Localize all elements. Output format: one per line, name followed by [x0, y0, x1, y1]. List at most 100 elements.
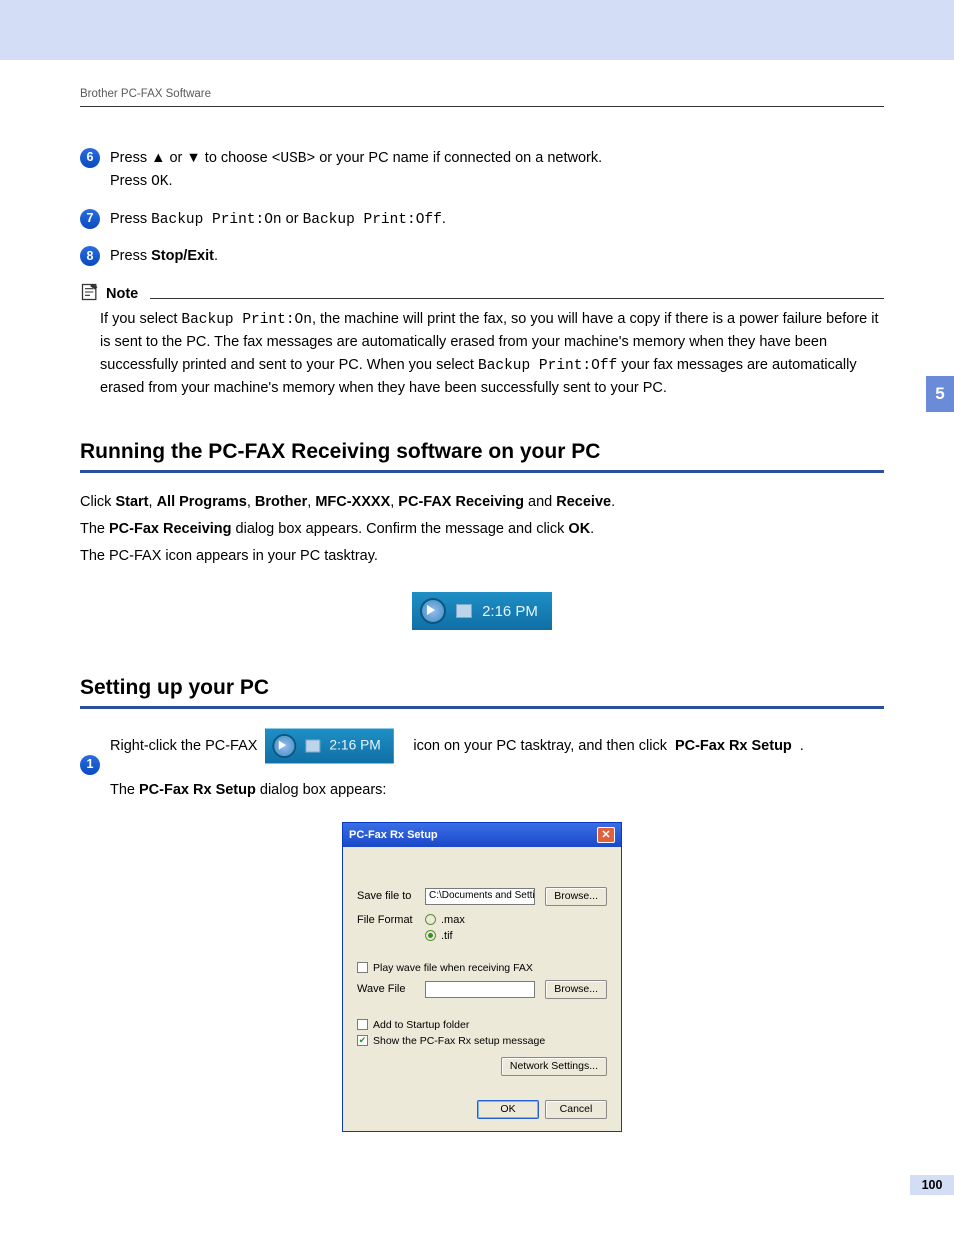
dialog-title: PC-Fax Rx Setup [349, 829, 438, 841]
format-tif-label: .tif [441, 930, 453, 942]
text: . [169, 173, 173, 189]
ok-button[interactable]: OK [477, 1100, 539, 1119]
usb-code: <USB> [272, 151, 316, 167]
page-content: Brother PC-FAX Software 6 Press ▲ or ▼ t… [0, 60, 954, 1132]
text: Press [110, 211, 151, 227]
start: Start [115, 494, 148, 510]
network-settings-button[interactable]: Network Settings... [501, 1057, 607, 1076]
play-wave-checkbox[interactable] [357, 962, 368, 973]
code: Backup Print:Off [303, 212, 442, 228]
text: Press [110, 173, 151, 189]
brother: Brother [255, 494, 307, 510]
receive: Receive [556, 494, 611, 510]
wave-file-input[interactable] [425, 981, 535, 998]
note-label: Note [106, 286, 138, 302]
dialog-titlebar[interactable]: PC-Fax Rx Setup ✕ [343, 823, 621, 847]
code: Backup Print:On [181, 312, 312, 328]
radio-tif[interactable] [425, 930, 436, 941]
note-rule [150, 298, 884, 299]
tasktray-inline: 2:16 PM [265, 729, 394, 764]
text: . [214, 248, 218, 264]
radio-max[interactable] [425, 914, 436, 925]
step-badge: 1 [80, 755, 100, 775]
tray-time: 2:16 PM [330, 736, 381, 757]
tasktray: 2:16 PM [412, 592, 552, 630]
browse-save-button[interactable]: Browse... [545, 887, 607, 906]
stop-exit: Stop/Exit [151, 248, 214, 264]
text: Click [80, 494, 115, 510]
pcfax-tray-icon [420, 598, 446, 624]
breadcrumb: Brother PC-FAX Software [80, 88, 884, 100]
run-path: Click Start, All Programs, Brother, MFC-… [80, 491, 884, 514]
browse-wave-button[interactable]: Browse... [545, 980, 607, 999]
save-file-input[interactable]: C:\Documents and Settings\All Use [425, 888, 535, 905]
tray-window-icon [456, 604, 472, 618]
code: Backup Print:Off [478, 358, 617, 374]
code: Backup Print:On [151, 212, 282, 228]
text: . [800, 735, 804, 757]
section-rule [80, 470, 884, 473]
step-8: 8 Press Stop/Exit. [80, 245, 884, 267]
step-badge: 7 [80, 209, 100, 229]
text: and [524, 494, 556, 510]
text: If you select [100, 311, 181, 327]
section-rule [80, 706, 884, 709]
step-6: 6 Press ▲ or ▼ to choose <USB> or your P… [80, 147, 884, 194]
file-format-label: File Format [357, 914, 415, 926]
note-body: If you select Backup Print:On, the machi… [100, 308, 884, 400]
section-heading-setup: Setting up your PC [80, 676, 884, 700]
text: or [282, 211, 303, 227]
dialog-name: PC-Fax Rx Setup [139, 782, 256, 798]
wave-file-label: Wave File [357, 983, 415, 995]
text: , [149, 494, 157, 510]
text: or your PC name if connected on a networ… [315, 150, 602, 166]
ok: OK [568, 521, 590, 537]
text: The [110, 782, 139, 798]
chapter-tab: 5 [926, 376, 954, 412]
pcfax-receiving: PC-FAX Receiving [398, 494, 524, 510]
page-number: 100 [910, 1175, 954, 1195]
step-badge: 8 [80, 246, 100, 266]
down-arrow-icon: ▼ [186, 150, 200, 166]
dialog-name: PC-Fax Receiving [109, 521, 232, 537]
all-programs: All Programs [157, 494, 247, 510]
menu-item: PC-Fax Rx Setup [675, 735, 792, 757]
up-arrow-icon: ▲ [151, 150, 165, 166]
tasktray-figure: 2:16 PM [80, 592, 884, 630]
step-7: 7 Press Backup Print:On or Backup Print:… [80, 208, 884, 231]
save-file-label: Save file to [357, 890, 415, 902]
startup-label: Add to Startup folder [373, 1019, 469, 1031]
text: Press [110, 150, 151, 166]
text: The [80, 521, 109, 537]
text: to choose [201, 150, 272, 166]
confirm-text: The PC-Fax Receiving dialog box appears.… [80, 518, 884, 541]
cancel-button[interactable]: Cancel [545, 1100, 607, 1119]
text: dialog box appears. Confirm the message … [232, 521, 569, 537]
note-header: Note [80, 282, 884, 306]
text: , [247, 494, 255, 510]
startup-checkbox[interactable] [357, 1019, 368, 1030]
pcfax-rx-setup-dialog: PC-Fax Rx Setup ✕ Save file to C:\Docume… [342, 822, 622, 1132]
mfc-xxxx: MFC-XXXX [315, 494, 390, 510]
text: Right-click the PC-FAX [110, 735, 257, 757]
text: . [590, 521, 594, 537]
section-heading-run: Running the PC-FAX Receiving software on… [80, 440, 884, 464]
note-icon [80, 282, 100, 306]
step-1: 1 Right-click the PC-FAX 2:16 PM icon on… [80, 727, 884, 801]
close-icon[interactable]: ✕ [597, 827, 615, 843]
text: . [611, 494, 615, 510]
text: dialog box appears: [256, 782, 387, 798]
header-rule [80, 106, 884, 107]
tray-window-icon [306, 740, 321, 753]
tasktray-text: The PC-FAX icon appears in your PC taskt… [80, 545, 884, 568]
top-band [0, 0, 954, 60]
text: . [442, 211, 446, 227]
show-setup-checkbox[interactable]: ✔ [357, 1035, 368, 1046]
pcfax-tray-icon [273, 734, 297, 758]
text: or [165, 150, 186, 166]
text: icon on your PC tasktray, and then click [413, 735, 667, 757]
step-badge: 6 [80, 148, 100, 168]
tray-time: 2:16 PM [482, 603, 538, 620]
show-setup-label: Show the PC-Fax Rx setup message [373, 1035, 545, 1047]
text: Press [110, 248, 151, 264]
